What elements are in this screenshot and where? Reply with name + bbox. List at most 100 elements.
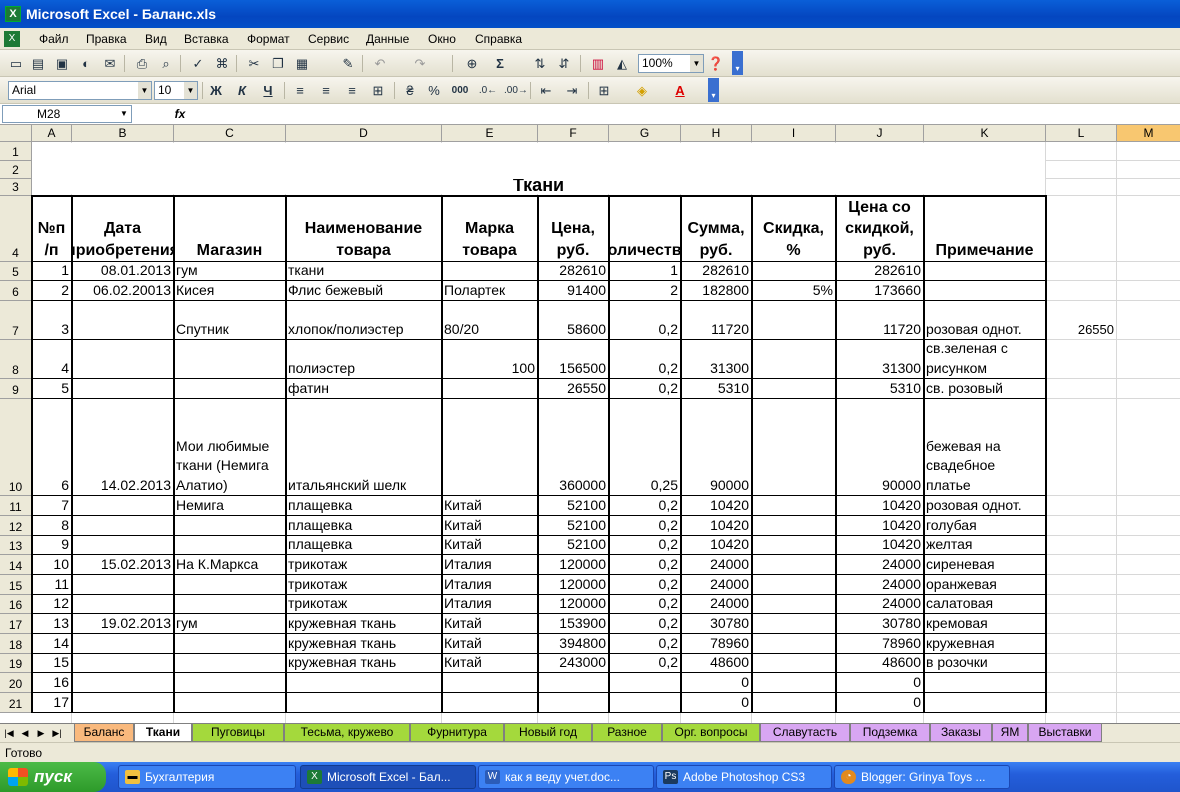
- row-header-14[interactable]: 14: [0, 555, 32, 575]
- table-cell[interactable]: 24000: [681, 575, 751, 594]
- column-title[interactable]: №п /п: [32, 197, 71, 261]
- table-cell[interactable]: 0,2: [609, 654, 680, 672]
- table-cell[interactable]: трикотаж: [286, 555, 441, 574]
- table-cell[interactable]: Китай: [442, 614, 537, 633]
- table-cell[interactable]: плащевка: [286, 536, 441, 554]
- row-header-20[interactable]: 20: [0, 673, 32, 693]
- column-title[interactable]: Сумма, руб.: [681, 197, 751, 261]
- taskbar-item-excel[interactable]: X Microsoft Excel - Бал...: [300, 765, 476, 789]
- table-cell[interactable]: 1: [609, 262, 680, 280]
- table-cell[interactable]: Полартек: [442, 281, 537, 300]
- table-cell[interactable]: 48600: [681, 654, 751, 672]
- open-icon[interactable]: ▤: [28, 54, 48, 73]
- menu-window[interactable]: Окно: [425, 28, 459, 50]
- row-header-18[interactable]: 18: [0, 634, 32, 654]
- table-cell[interactable]: 9: [32, 536, 71, 554]
- fill-color-icon[interactable]: ◈: [632, 81, 652, 100]
- menu-help[interactable]: Справка: [472, 28, 525, 50]
- table-cell[interactable]: 120000: [538, 595, 608, 613]
- table-cell[interactable]: полиэстер: [286, 340, 441, 378]
- table-cell[interactable]: 78960: [836, 634, 923, 653]
- merge-center-icon[interactable]: ⊞: [368, 81, 388, 100]
- sheet-tab[interactable]: Выставки: [1028, 724, 1102, 742]
- table-cell[interactable]: 2: [32, 281, 71, 300]
- table-cell[interactable]: кремовая: [924, 614, 1045, 633]
- table-cell[interactable]: 6: [32, 399, 71, 495]
- font-color-icon[interactable]: A: [670, 81, 690, 100]
- font-name-combo[interactable]: Arial ▼: [8, 81, 152, 100]
- table-cell[interactable]: 15: [32, 654, 71, 672]
- row-header-16[interactable]: 16: [0, 595, 32, 614]
- row-header-6[interactable]: 6: [0, 281, 32, 301]
- last-sheet-icon[interactable]: ▶|: [50, 725, 64, 741]
- table-cell[interactable]: Мои любимые ткани (Немига Алатио): [174, 399, 285, 495]
- save-icon[interactable]: ▣: [52, 54, 72, 73]
- table-cell[interactable]: 78960: [681, 634, 751, 653]
- table-cell[interactable]: 14: [32, 634, 71, 653]
- table-cell[interactable]: 24000: [681, 595, 751, 613]
- formula-input[interactable]: [192, 105, 1176, 123]
- column-header-l[interactable]: L: [1046, 125, 1117, 142]
- table-cell[interactable]: кружевная ткань: [286, 614, 441, 633]
- table-cell[interactable]: 24000: [836, 555, 923, 574]
- sheet-tab[interactable]: Пуговицы: [192, 724, 284, 742]
- table-cell[interactable]: 13: [32, 614, 71, 633]
- name-box[interactable]: M28 ▼: [2, 105, 132, 123]
- table-cell[interactable]: Италия: [442, 595, 537, 613]
- table-cell[interactable]: Китай: [442, 516, 537, 535]
- table-cell[interactable]: 282610: [836, 262, 923, 280]
- table-cell[interactable]: 0,2: [609, 536, 680, 554]
- table-cell[interactable]: 16: [32, 673, 71, 692]
- row-header-21[interactable]: 21: [0, 693, 32, 713]
- table-cell[interactable]: 0,2: [609, 379, 680, 398]
- table-cell[interactable]: 0: [836, 693, 923, 712]
- menu-view[interactable]: Вид: [142, 28, 170, 50]
- table-cell[interactable]: 8: [32, 516, 71, 535]
- table-cell[interactable]: 10: [32, 555, 71, 574]
- menu-file[interactable]: Файл: [36, 28, 72, 50]
- sheet-title[interactable]: Ткани: [32, 179, 1045, 196]
- row-header-17[interactable]: 17: [0, 614, 32, 634]
- table-cell[interactable]: 31300: [836, 340, 923, 378]
- hyperlink-icon[interactable]: ⊕: [462, 54, 482, 73]
- table-cell[interactable]: сиреневая: [924, 555, 1045, 574]
- table-cell[interactable]: кружевная: [924, 634, 1045, 653]
- table-cell[interactable]: 90000: [681, 399, 751, 495]
- table-cell[interactable]: 1: [32, 262, 71, 280]
- table-cell[interactable]: 0,2: [609, 516, 680, 535]
- table-cell[interactable]: ткани: [286, 262, 441, 280]
- row-header-2[interactable]: 2: [0, 161, 32, 179]
- table-cell[interactable]: 4: [32, 340, 71, 378]
- sheet-tab[interactable]: Новый год: [504, 724, 592, 742]
- toolbar-options-icon[interactable]: ▾: [708, 78, 719, 102]
- chevron-down-icon[interactable]: ▼: [138, 82, 151, 99]
- bold-button[interactable]: Ж: [206, 81, 226, 100]
- align-left-icon[interactable]: ≡: [290, 81, 310, 100]
- table-cell[interactable]: 52100: [538, 536, 608, 554]
- table-cell[interactable]: 0,2: [609, 496, 680, 515]
- table-cell[interactable]: 06.02.20013: [72, 281, 173, 300]
- row-header-3[interactable]: 3: [0, 179, 32, 196]
- menu-insert[interactable]: Вставка: [181, 28, 232, 50]
- table-cell[interactable]: 52100: [538, 516, 608, 535]
- table-cell[interactable]: 360000: [538, 399, 608, 495]
- sheet-tab[interactable]: Славутасть: [760, 724, 850, 742]
- table-cell[interactable]: Китай: [442, 496, 537, 515]
- next-sheet-icon[interactable]: ▶: [34, 725, 48, 741]
- row-header-8[interactable]: 8: [0, 340, 32, 379]
- cut-icon[interactable]: ✂: [244, 54, 264, 73]
- column-header-m[interactable]: M: [1117, 125, 1180, 142]
- prev-sheet-icon[interactable]: ◀: [18, 725, 32, 741]
- table-cell[interactable]: 91400: [538, 281, 608, 300]
- column-title[interactable]: Примечание: [924, 197, 1045, 261]
- table-cell[interactable]: 90000: [836, 399, 923, 495]
- table-cell[interactable]: св. розовый: [924, 379, 1045, 398]
- chevron-down-icon[interactable]: ▼: [117, 106, 131, 122]
- table-cell[interactable]: плащевка: [286, 496, 441, 515]
- align-center-icon[interactable]: ≡: [316, 81, 336, 100]
- table-cell[interactable]: 24000: [836, 575, 923, 594]
- table-cell[interactable]: голубая: [924, 516, 1045, 535]
- table-cell[interactable]: 153900: [538, 614, 608, 633]
- table-cell[interactable]: 11720: [681, 301, 751, 339]
- table-cell[interactable]: 11: [32, 575, 71, 594]
